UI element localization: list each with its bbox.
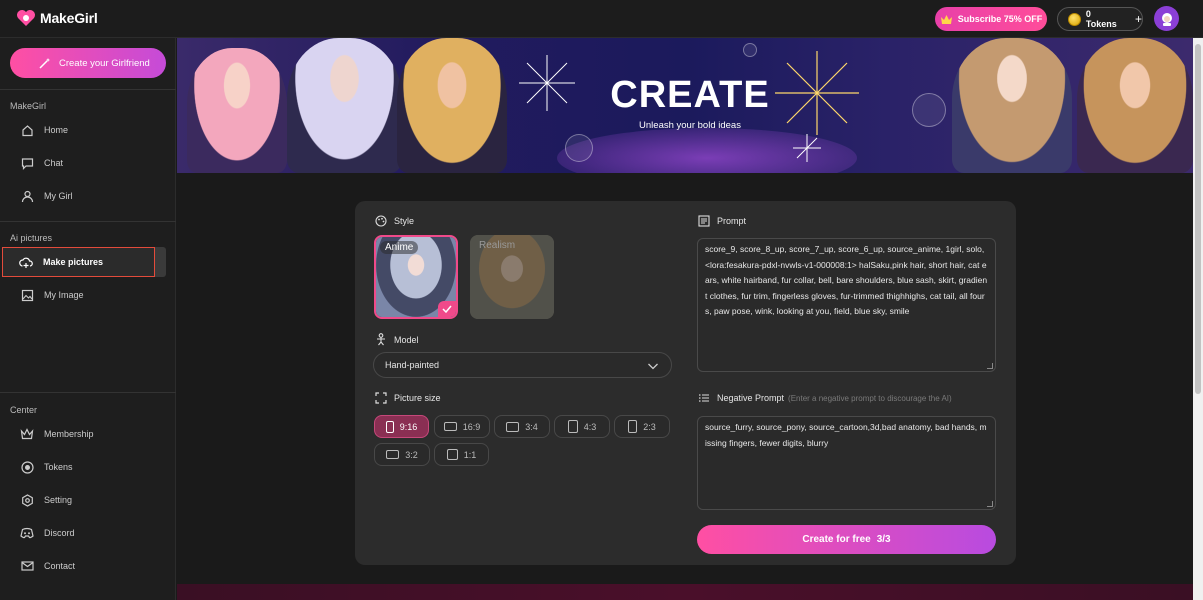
banner-subtitle: Unleash your bold ideas: [639, 120, 741, 131]
app-name: MakeGirl: [40, 10, 98, 26]
bubble-decoration: [743, 43, 757, 57]
prompt-input[interactable]: score_9, score_8_up, score_7_up, score_6…: [697, 238, 996, 372]
person-icon: [20, 189, 34, 203]
divider: [0, 89, 176, 90]
banner-title: CREATE: [610, 74, 770, 116]
list-icon: [699, 394, 709, 402]
size-option-2-3[interactable]: 2:3: [614, 415, 670, 438]
footer-strip: [177, 584, 1193, 600]
sidebar-item-make-pictures[interactable]: Make pictures: [2, 247, 155, 277]
resize-grip[interactable]: [987, 501, 993, 507]
document-icon: [698, 215, 710, 227]
crown-icon: [940, 14, 952, 24]
coin-icon: [1068, 12, 1081, 26]
gear-icon: [20, 493, 34, 507]
home-icon: [20, 123, 34, 137]
tokens-button[interactable]: 0 Tokens +: [1057, 7, 1143, 31]
square-icon: [446, 449, 458, 460]
negative-prompt-input[interactable]: source_furry, source_pony, source_cartoo…: [697, 416, 996, 510]
active-indicator: [155, 247, 166, 277]
heart-logo-icon: [17, 10, 35, 26]
sidebar-item-discord[interactable]: Discord: [0, 518, 176, 548]
create-banner: CREATE Unleash your bold ideas: [177, 38, 1193, 173]
style-name: Anime: [380, 241, 419, 254]
cloud-plus-icon: [19, 255, 33, 269]
crown-icon: [20, 427, 34, 441]
sidebar-item-chat[interactable]: Chat: [0, 148, 176, 178]
top-bar: MakeGirl Subscribe 75% OFF 0 Tokens +: [0, 0, 1203, 38]
size-option-3-2[interactable]: 3:2: [374, 443, 430, 466]
bubble-decoration: [565, 134, 593, 162]
portrait-icon: [628, 420, 638, 433]
resize-icon: [375, 392, 387, 404]
sidebar-item-home[interactable]: Home: [0, 115, 176, 145]
style-option-realism[interactable]: Realism: [470, 235, 554, 319]
firework-decoration: [793, 134, 821, 162]
palette-icon: [375, 215, 387, 227]
plus-icon: +: [1134, 12, 1142, 26]
sidebar-item-setting[interactable]: Setting: [0, 485, 176, 515]
discord-icon: [20, 526, 34, 540]
generation-panel: Style Anime Realism Model Hand-painted P…: [355, 201, 1016, 565]
picture-size-label: Picture size: [375, 392, 441, 404]
negative-prompt-label: Negative Prompt (Enter a negative prompt…: [698, 392, 952, 404]
portrait-icon: [385, 420, 394, 433]
section-title-makegirl: MakeGirl: [10, 101, 47, 111]
user-face-icon: [1161, 12, 1172, 26]
landscape-icon: [506, 421, 520, 432]
style-name: Realism: [479, 240, 516, 251]
figure-icon: [377, 333, 385, 346]
check-icon: [438, 301, 456, 317]
size-option-3-4[interactable]: 3:4: [494, 415, 550, 438]
landscape-icon: [386, 450, 400, 459]
resize-grip[interactable]: [987, 363, 993, 369]
sidebar-item-tokens[interactable]: Tokens: [0, 452, 176, 482]
divider: [0, 221, 176, 222]
landscape-icon: [443, 422, 457, 431]
portrait-icon: [567, 420, 578, 433]
divider: [0, 392, 176, 393]
sidebar-item-my-image[interactable]: My Image: [0, 280, 176, 310]
section-title-ai-pictures: Ai pictures: [10, 233, 53, 243]
prompt-label: Prompt: [698, 215, 746, 227]
create-for-free-button[interactable]: Create for free 3/3: [697, 525, 996, 554]
model-label: Model: [375, 333, 419, 346]
size-option-16-9[interactable]: 16:9: [434, 415, 490, 438]
create-girlfriend-button[interactable]: Create your Girlfriend: [10, 48, 166, 78]
sidebar-item-membership[interactable]: Membership: [0, 419, 176, 449]
image-icon: [20, 288, 34, 302]
chevron-down-icon: [648, 363, 658, 370]
style-option-anime[interactable]: Anime: [374, 235, 458, 319]
subscribe-button[interactable]: Subscribe 75% OFF: [935, 7, 1047, 31]
model-select[interactable]: Hand-painted: [373, 352, 672, 378]
logo[interactable]: MakeGirl: [16, 8, 98, 28]
user-avatar[interactable]: [1154, 6, 1179, 31]
style-label: Style: [375, 215, 414, 227]
negative-prompt-hint: (Enter a negative prompt to discourage t…: [788, 393, 952, 403]
magic-wand-icon: [39, 57, 50, 69]
chat-icon: [20, 156, 34, 170]
size-option-4-3[interactable]: 4:3: [554, 415, 610, 438]
section-title-center: Center: [10, 405, 38, 415]
sidebar-item-contact[interactable]: Contact: [0, 551, 176, 581]
size-option-1-1[interactable]: 1:1: [434, 443, 489, 466]
page-scrollbar-thumb[interactable]: [1195, 44, 1201, 394]
coin-icon: [20, 460, 34, 474]
sidebar: Create your Girlfriend MakeGirl Home Cha…: [0, 38, 176, 600]
mail-icon: [20, 559, 34, 573]
sidebar-item-my-girl[interactable]: My Girl: [0, 181, 176, 211]
size-option-9-16[interactable]: 9:16: [374, 415, 429, 438]
